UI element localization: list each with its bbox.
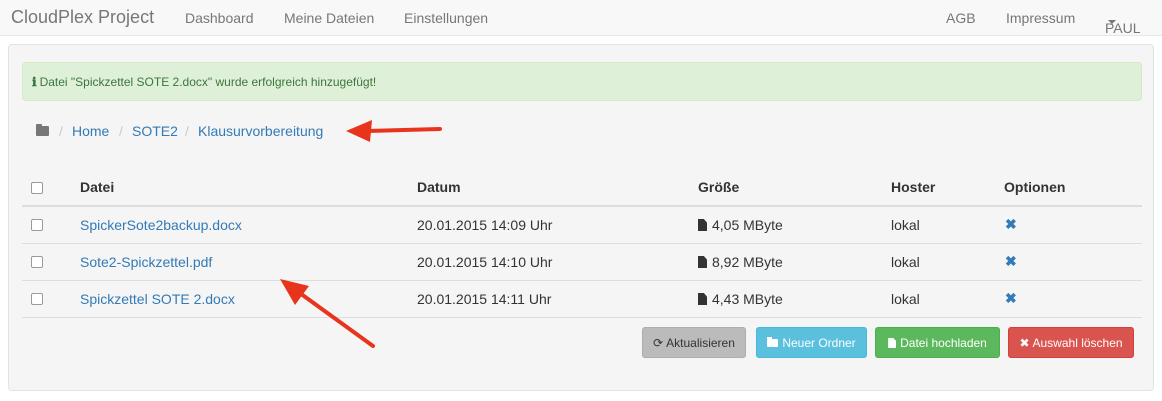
row-checkbox[interactable] xyxy=(31,293,43,305)
column-header-file[interactable]: Datei xyxy=(80,179,114,195)
file-hoster: lokal xyxy=(891,254,920,270)
table-row: SpickerSote2backup.docx 20.01.2015 14:09… xyxy=(22,207,1142,244)
column-header-hoster[interactable]: Hoster xyxy=(891,179,935,195)
breadcrumb-separator: / xyxy=(119,123,123,139)
delete-icon[interactable]: ✖ xyxy=(1005,253,1017,270)
file-size: 4,05 MByte xyxy=(698,217,783,233)
file-hoster: lokal xyxy=(891,291,920,307)
file-icon xyxy=(888,338,897,348)
file-hoster: lokal xyxy=(891,217,920,233)
delete-icon[interactable]: ✖ xyxy=(1005,216,1017,233)
success-alert: ℹ Datei "Spickzettel SOTE 2.docx" wurde e… xyxy=(22,62,1142,101)
info-icon: ℹ xyxy=(32,75,37,89)
upload-file-button[interactable]: Datei hochladen xyxy=(875,327,1000,358)
file-name-link[interactable]: SpickerSote2backup.docx xyxy=(80,217,242,233)
refresh-button[interactable]: ⟳ Aktualisieren xyxy=(642,327,746,358)
nav-settings[interactable]: Einstellungen xyxy=(404,10,488,26)
file-size: 4,43 MByte xyxy=(698,291,783,307)
folder-icon xyxy=(767,337,779,347)
new-folder-button[interactable]: Neuer Ordner xyxy=(756,327,867,358)
file-icon xyxy=(698,219,707,231)
file-icon xyxy=(698,293,707,305)
file-date: 20.01.2015 14:11 Uhr xyxy=(417,291,552,307)
nav-dashboard[interactable]: Dashboard xyxy=(185,10,254,26)
alert-message: Datei "Spickzettel SOTE 2.docx" wurde er… xyxy=(39,75,377,89)
table-row: Sote2-Spickzettel.pdf 20.01.2015 14:10 U… xyxy=(22,244,1142,281)
file-name-link[interactable]: Sote2-Spickzettel.pdf xyxy=(80,254,212,270)
breadcrumb-separator: / xyxy=(59,123,63,139)
row-checkbox[interactable] xyxy=(31,256,43,268)
row-checkbox[interactable] xyxy=(31,219,43,231)
delete-icon[interactable]: ✖ xyxy=(1005,290,1017,307)
close-icon: ✖ xyxy=(1019,336,1030,350)
file-name-link[interactable]: Spickzettel SOTE 2.docx xyxy=(80,291,235,307)
column-header-date[interactable]: Datum xyxy=(417,179,461,195)
main-panel: ℹ Datei "Spickzettel SOTE 2.docx" wurde e… xyxy=(8,44,1154,391)
brand-logo[interactable]: CloudPlex Project xyxy=(11,7,154,28)
breadcrumb-sote2[interactable]: SOTE2 xyxy=(132,123,178,139)
column-header-size[interactable]: Größe xyxy=(698,179,739,195)
file-date: 20.01.2015 14:09 Uhr xyxy=(417,217,553,233)
file-size: 8,92 MByte xyxy=(698,254,783,270)
top-navbar: CloudPlex Project Dashboard Meine Dateie… xyxy=(0,0,1162,36)
file-icon xyxy=(698,256,707,268)
breadcrumb-current[interactable]: Klausurvorbereitung xyxy=(198,123,323,139)
file-size-value: 4,05 MByte xyxy=(712,217,783,233)
column-header-options: Optionen xyxy=(1004,179,1066,195)
table-row: Spickzettel SOTE 2.docx 20.01.2015 14:11… xyxy=(22,281,1142,318)
refresh-icon: ⟳ xyxy=(653,336,664,350)
table-header: Datei Datum Größe Hoster Optionen xyxy=(22,169,1142,207)
breadcrumb-separator: / xyxy=(185,123,189,139)
folder-icon xyxy=(36,124,49,136)
select-all-checkbox[interactable] xyxy=(31,182,43,194)
file-size-value: 8,92 MByte xyxy=(712,254,783,270)
file-date: 20.01.2015 14:10 Uhr xyxy=(417,254,553,270)
new-folder-button-label: Neuer Ordner xyxy=(782,336,856,350)
nav-agb[interactable]: AGB xyxy=(946,10,976,26)
nav-my-files[interactable]: Meine Dateien xyxy=(284,10,374,26)
chevron-down-icon xyxy=(1108,20,1116,24)
delete-selection-button[interactable]: ✖ Auswahl löschen xyxy=(1008,327,1134,358)
refresh-button-label: Aktualisieren xyxy=(666,336,735,350)
file-size-value: 4,43 MByte xyxy=(712,291,783,307)
delete-selection-button-label: Auswahl löschen xyxy=(1032,336,1123,350)
upload-button-label: Datei hochladen xyxy=(900,336,987,350)
nav-impressum[interactable]: Impressum xyxy=(1006,10,1075,26)
breadcrumb-home[interactable]: Home xyxy=(72,123,109,139)
